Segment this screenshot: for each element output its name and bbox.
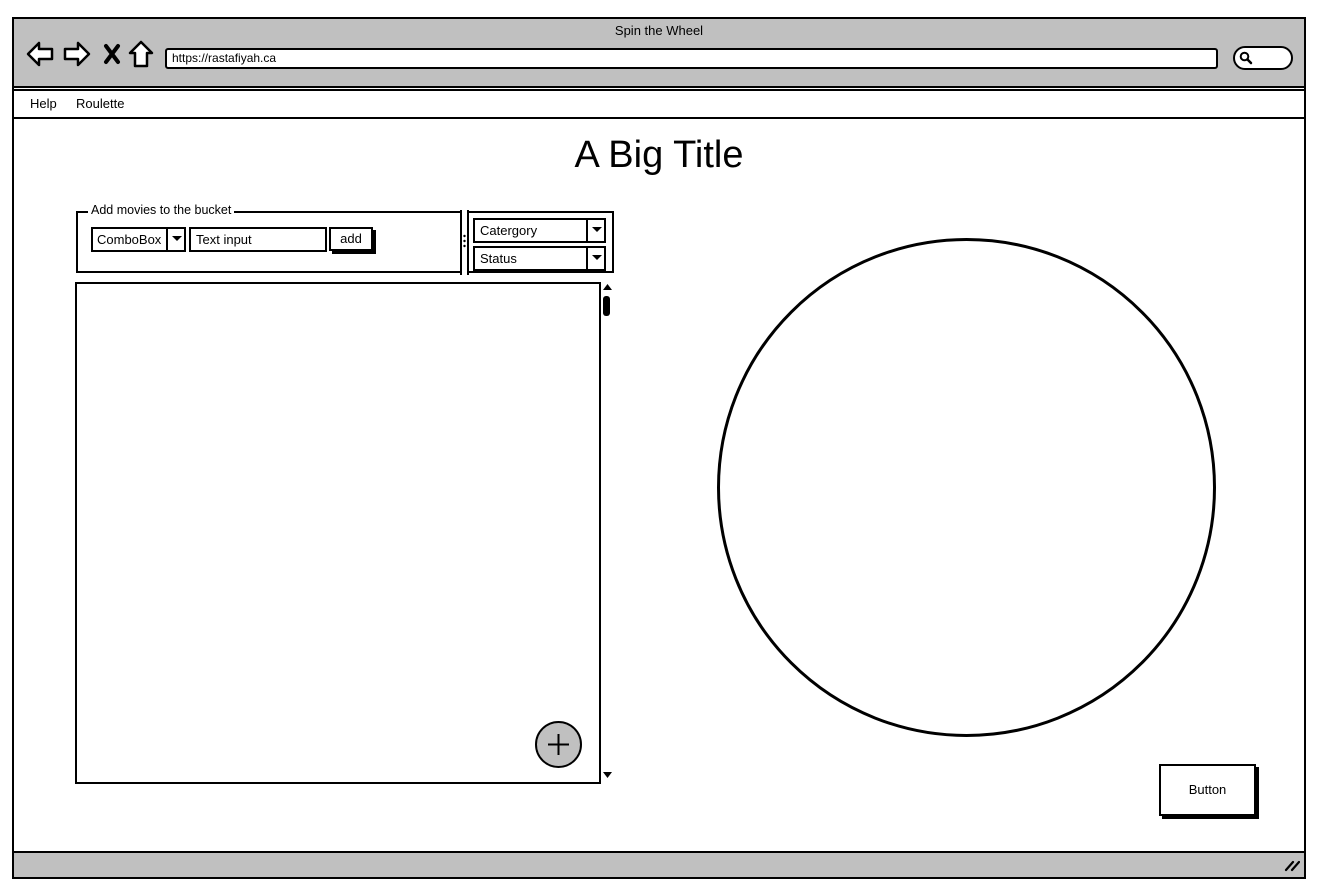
combobox-dropdown-button[interactable]	[166, 227, 186, 252]
url-bar[interactable]: https://rastafiyah.ca	[165, 48, 1218, 69]
scroll-down-icon	[603, 772, 612, 778]
back-arrow-icon[interactable]	[26, 40, 54, 68]
menu-bar	[12, 89, 1306, 119]
scroll-up-icon	[603, 284, 612, 290]
category-dropdown-button[interactable]	[586, 218, 606, 243]
chevron-down-icon	[592, 255, 602, 260]
add-button[interactable]: add	[329, 227, 373, 251]
scrollbar-thumb[interactable]	[603, 296, 610, 316]
chevron-down-icon	[592, 227, 602, 232]
list-scrollbar[interactable]	[599, 282, 614, 784]
roulette-wheel[interactable]	[717, 238, 1216, 737]
close-x-icon[interactable]	[102, 40, 122, 68]
status-dropdown-button[interactable]	[586, 246, 606, 271]
add-movies-legend: Add movies to the bucket	[88, 203, 235, 217]
menu-item-roulette[interactable]: Roulette	[76, 96, 124, 111]
movie-list[interactable]	[75, 282, 614, 784]
movie-text-input[interactable]: Text input	[189, 227, 327, 252]
home-icon[interactable]	[128, 40, 156, 68]
add-item-fab[interactable]	[535, 721, 582, 768]
combobox-value: ComboBox	[97, 232, 162, 247]
forward-arrow-icon[interactable]	[63, 40, 91, 68]
plus-icon	[548, 734, 569, 755]
browser-search-field[interactable]	[1233, 46, 1293, 70]
resize-grip-icon[interactable]	[1284, 858, 1301, 877]
chevron-down-icon	[172, 236, 182, 241]
menu-item-help[interactable]: Help	[30, 96, 57, 111]
splitter-handle[interactable]	[460, 210, 469, 275]
status-bar	[14, 851, 1304, 877]
spin-button[interactable]: Button	[1159, 764, 1256, 816]
search-icon	[1239, 51, 1253, 70]
grip-icon	[463, 234, 466, 248]
window-title: Spin the Wheel	[614, 23, 704, 38]
page-title: A Big Title	[574, 134, 744, 176]
